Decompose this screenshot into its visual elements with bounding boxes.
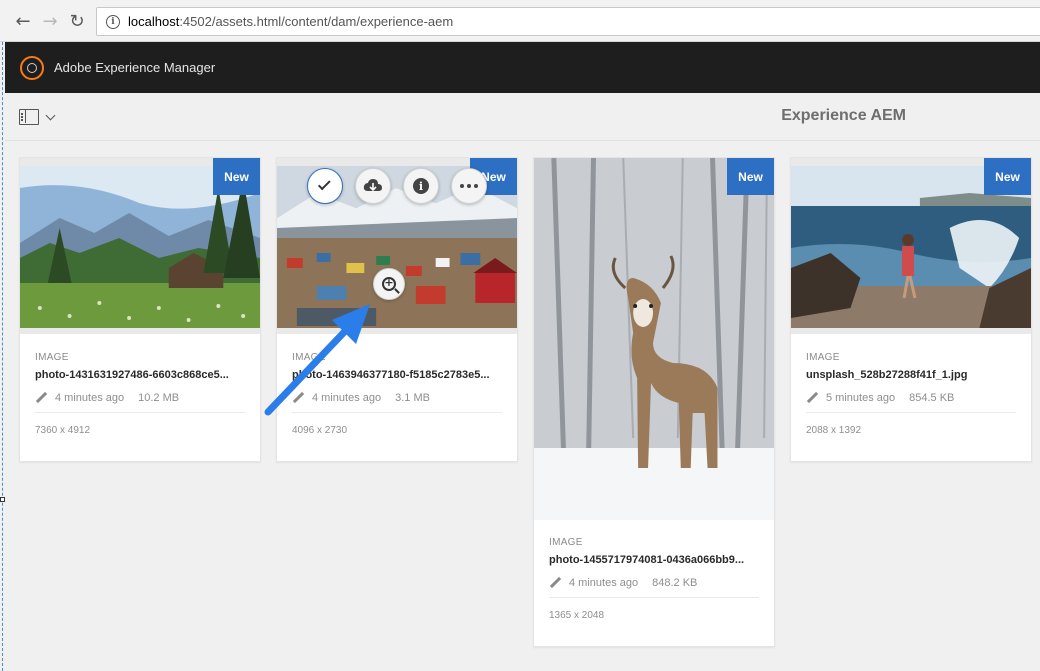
app-title[interactable]: Adobe Experience Manager xyxy=(54,60,215,75)
asset-info-row: 4 minutes ago 10.2 MB xyxy=(35,392,245,413)
properties-button[interactable]: i xyxy=(403,168,439,204)
download-icon xyxy=(363,178,383,194)
page-title: Experience AEM xyxy=(781,107,906,124)
forward-arrow-icon[interactable]: → xyxy=(37,8,63,34)
asset-meta: IMAGE photo-1463946377180-f5185c2783e5..… xyxy=(292,352,502,436)
asset-dimensions: 2088 x 1392 xyxy=(806,425,862,436)
asset-card[interactable]: New IMAGE photo-1431631927486-6603c868ce… xyxy=(19,157,261,462)
new-badge: New xyxy=(727,158,774,195)
file-size: 3.1 MB xyxy=(395,392,430,404)
asset-dimensions: 1365 x 2048 xyxy=(549,610,605,621)
reload-icon[interactable]: ↻ xyxy=(64,8,90,34)
info-icon: i xyxy=(413,178,429,194)
preview-button[interactable] xyxy=(373,268,405,300)
asset-name[interactable]: photo-1455717974081-0436a066bb9... xyxy=(549,554,759,566)
deer-image xyxy=(534,158,774,520)
zoom-in-icon xyxy=(382,276,396,291)
url-path: :4502/assets.html/content/dam/experience… xyxy=(179,14,454,29)
modified-time: 4 minutes ago xyxy=(55,392,125,404)
asset-type: IMAGE xyxy=(806,352,840,363)
asset-card[interactable]: New IMAGE unsplash_528b27288f41f_1.jpg 5… xyxy=(790,157,1032,462)
asset-card[interactable]: New IMAGE photo-1455717974081-0436a066bb… xyxy=(533,157,775,647)
browser-toolbar: ← → ↻ i localhost:4502/assets.html/conte… xyxy=(0,0,1040,42)
asset-type: IMAGE xyxy=(35,352,69,363)
more-icon xyxy=(460,184,478,188)
download-button[interactable] xyxy=(355,168,391,204)
modified-time: 5 minutes ago xyxy=(826,392,896,404)
asset-dimensions: 7360 x 4912 xyxy=(35,425,91,436)
select-button[interactable] xyxy=(307,168,343,204)
modified-time: 4 minutes ago xyxy=(312,392,382,404)
asset-name[interactable]: photo-1463946377180-f5185c2783e5... xyxy=(292,369,502,381)
asset-name[interactable]: photo-1431631927486-6603c868ce5... xyxy=(35,369,245,381)
asset-info-row: 4 minutes ago 3.1 MB xyxy=(292,392,502,413)
file-size: 10.2 MB xyxy=(138,392,180,404)
new-badge: New xyxy=(213,158,260,195)
back-arrow-icon[interactable]: ← xyxy=(10,8,36,34)
pencil-icon xyxy=(292,392,304,404)
resize-handle[interactable] xyxy=(0,497,5,502)
asset-meta: IMAGE unsplash_528b27288f41f_1.jpg 5 min… xyxy=(806,352,1016,436)
rail-toggle-icon[interactable] xyxy=(19,109,39,125)
asset-card[interactable]: New i IMAGE photo-1463946377180-f5185c27… xyxy=(276,157,518,462)
address-bar[interactable]: i localhost:4502/assets.html/content/dam… xyxy=(96,7,1040,36)
asset-type: IMAGE xyxy=(292,352,326,363)
asset-info-row: 4 minutes ago 848.2 KB xyxy=(549,577,759,598)
aem-header: Adobe Experience Manager xyxy=(5,42,1040,93)
selection-guide xyxy=(2,42,3,671)
aem-logo-icon[interactable] xyxy=(20,55,44,80)
url-host: localhost xyxy=(128,14,180,29)
file-size: 848.2 KB xyxy=(652,577,698,589)
more-actions-button[interactable] xyxy=(451,168,487,204)
asset-meta: IMAGE photo-1455717974081-0436a066bb9...… xyxy=(549,537,759,621)
pencil-icon xyxy=(35,392,47,404)
asset-thumbnail[interactable] xyxy=(534,158,774,520)
chevron-down-icon[interactable] xyxy=(45,110,56,121)
new-badge: New xyxy=(984,158,1031,195)
asset-dimensions: 4096 x 2730 xyxy=(292,425,348,436)
action-toolbar: Experience AEM xyxy=(5,93,1040,141)
check-icon xyxy=(317,177,331,191)
modified-time: 4 minutes ago xyxy=(569,577,639,589)
asset-name[interactable]: unsplash_528b27288f41f_1.jpg xyxy=(806,369,1016,381)
pencil-icon xyxy=(549,577,561,589)
file-size: 854.5 KB xyxy=(909,392,955,404)
url-text[interactable]: localhost:4502/assets.html/content/dam/e… xyxy=(128,14,453,29)
asset-type: IMAGE xyxy=(549,537,583,548)
site-info-icon[interactable]: i xyxy=(106,14,120,29)
asset-meta: IMAGE photo-1431631927486-6603c868ce5...… xyxy=(35,352,245,436)
asset-info-row: 5 minutes ago 854.5 KB xyxy=(806,392,1016,413)
pencil-icon xyxy=(806,392,818,404)
